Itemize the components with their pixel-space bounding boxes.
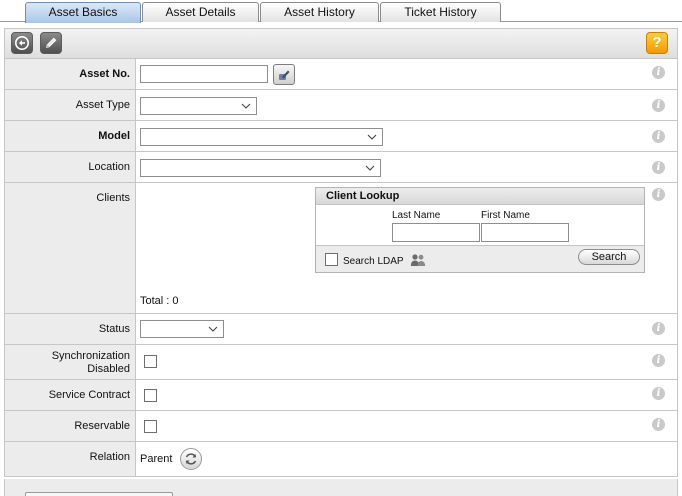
row-clients: Clients Client Lookup Last Name First Na…	[5, 183, 677, 314]
info-icon: i	[652, 99, 665, 112]
row-service-contract: Service Contract i	[5, 380, 677, 411]
edit-button[interactable]	[40, 32, 62, 54]
parent-label: Parent	[140, 453, 173, 465]
asset-no-label: Asset No.	[5, 59, 136, 89]
client-lookup-panel: Client Lookup Last Name First Name Searc…	[315, 187, 645, 273]
status-select[interactable]	[140, 320, 224, 338]
asset-lookup-button[interactable]	[273, 64, 295, 85]
tab-asset-history[interactable]: Asset History	[260, 2, 379, 22]
bottom-tab-outline	[25, 492, 173, 496]
sync-disabled-label: Synchronization Disabled	[5, 345, 136, 379]
row-reservable: Reservable i	[5, 411, 677, 442]
first-name-label: First Name	[481, 210, 530, 221]
last-name-label: Last Name	[392, 210, 441, 221]
client-lookup-title: Client Lookup	[316, 188, 644, 205]
info-icon: i	[652, 161, 665, 174]
asset-type-select[interactable]	[140, 97, 257, 115]
chevron-down-icon	[365, 165, 375, 171]
location-label: Location	[5, 152, 136, 182]
row-sync-disabled: Synchronization Disabled i	[5, 345, 677, 380]
asset-no-input[interactable]	[140, 65, 268, 83]
last-name-input[interactable]	[392, 223, 480, 242]
toolbar: ?	[4, 28, 678, 59]
first-name-input[interactable]	[481, 223, 569, 242]
client-search-button[interactable]: Search	[578, 249, 640, 265]
info-icon: i	[652, 188, 665, 201]
chevron-down-icon	[241, 103, 251, 109]
info-icon: i	[652, 66, 665, 79]
tab-ticket-history[interactable]: Ticket History	[380, 2, 501, 22]
info-icon: i	[652, 418, 665, 431]
relation-refresh-button[interactable]	[180, 448, 202, 470]
model-label: Model	[5, 121, 136, 151]
model-select[interactable]	[140, 128, 383, 146]
pencil-lookup-icon	[279, 70, 290, 80]
row-relation: Relation Parent	[5, 442, 677, 477]
status-label: Status	[5, 314, 136, 344]
asset-type-label: Asset Type	[5, 90, 136, 120]
info-icon: i	[652, 387, 665, 400]
relation-label: Relation	[5, 442, 136, 476]
chevron-down-icon	[367, 134, 377, 140]
tab-asset-basics[interactable]: Asset Basics	[25, 2, 141, 23]
clients-label: Clients	[5, 183, 136, 313]
location-select[interactable]	[140, 159, 381, 177]
search-ldap-checkbox[interactable]	[325, 253, 338, 266]
back-button[interactable]	[11, 32, 33, 54]
service-contract-checkbox[interactable]	[144, 389, 157, 402]
row-location: Location i	[5, 152, 677, 183]
row-asset-type: Asset Type i	[5, 90, 677, 121]
tab-bar: Asset Basics Asset Details Asset History…	[0, 0, 682, 23]
row-asset-no: Asset No. i	[5, 59, 677, 90]
asset-basics-form: Asset No. i Asset Type i Model i Locatio…	[4, 59, 678, 477]
client-lookup-footer: Search LDAP Search	[316, 245, 644, 272]
clients-total-text: Total : 0	[140, 295, 179, 307]
asset-form-window: Asset Basics Asset Details Asset History…	[0, 0, 682, 496]
refresh-icon	[185, 453, 197, 465]
chevron-down-icon	[208, 326, 218, 332]
users-icon	[410, 254, 426, 266]
undo-arrow-icon	[15, 36, 29, 50]
pencil-icon	[45, 37, 57, 49]
row-status: Status i	[5, 314, 677, 345]
row-model: Model i	[5, 121, 677, 152]
reservable-checkbox[interactable]	[144, 420, 157, 433]
info-icon: i	[652, 130, 665, 143]
tab-asset-details[interactable]: Asset Details	[142, 2, 259, 22]
info-icon: i	[652, 354, 665, 367]
bottom-strip	[4, 479, 678, 496]
reservable-label: Reservable	[5, 411, 136, 441]
info-icon: i	[652, 322, 665, 335]
search-ldap-label: Search LDAP	[343, 256, 404, 267]
sync-disabled-checkbox[interactable]	[144, 355, 157, 368]
help-button[interactable]: ?	[646, 32, 668, 54]
service-contract-label: Service Contract	[5, 380, 136, 410]
